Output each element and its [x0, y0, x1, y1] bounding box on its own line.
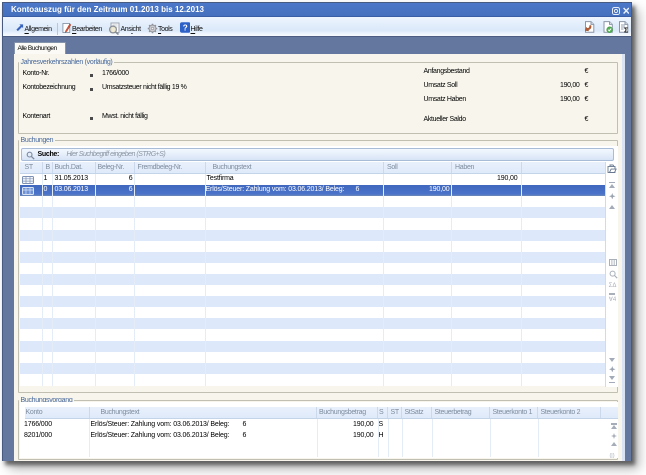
svg-text:?: ?: [182, 23, 187, 32]
svg-text:Σ: Σ: [624, 27, 628, 33]
